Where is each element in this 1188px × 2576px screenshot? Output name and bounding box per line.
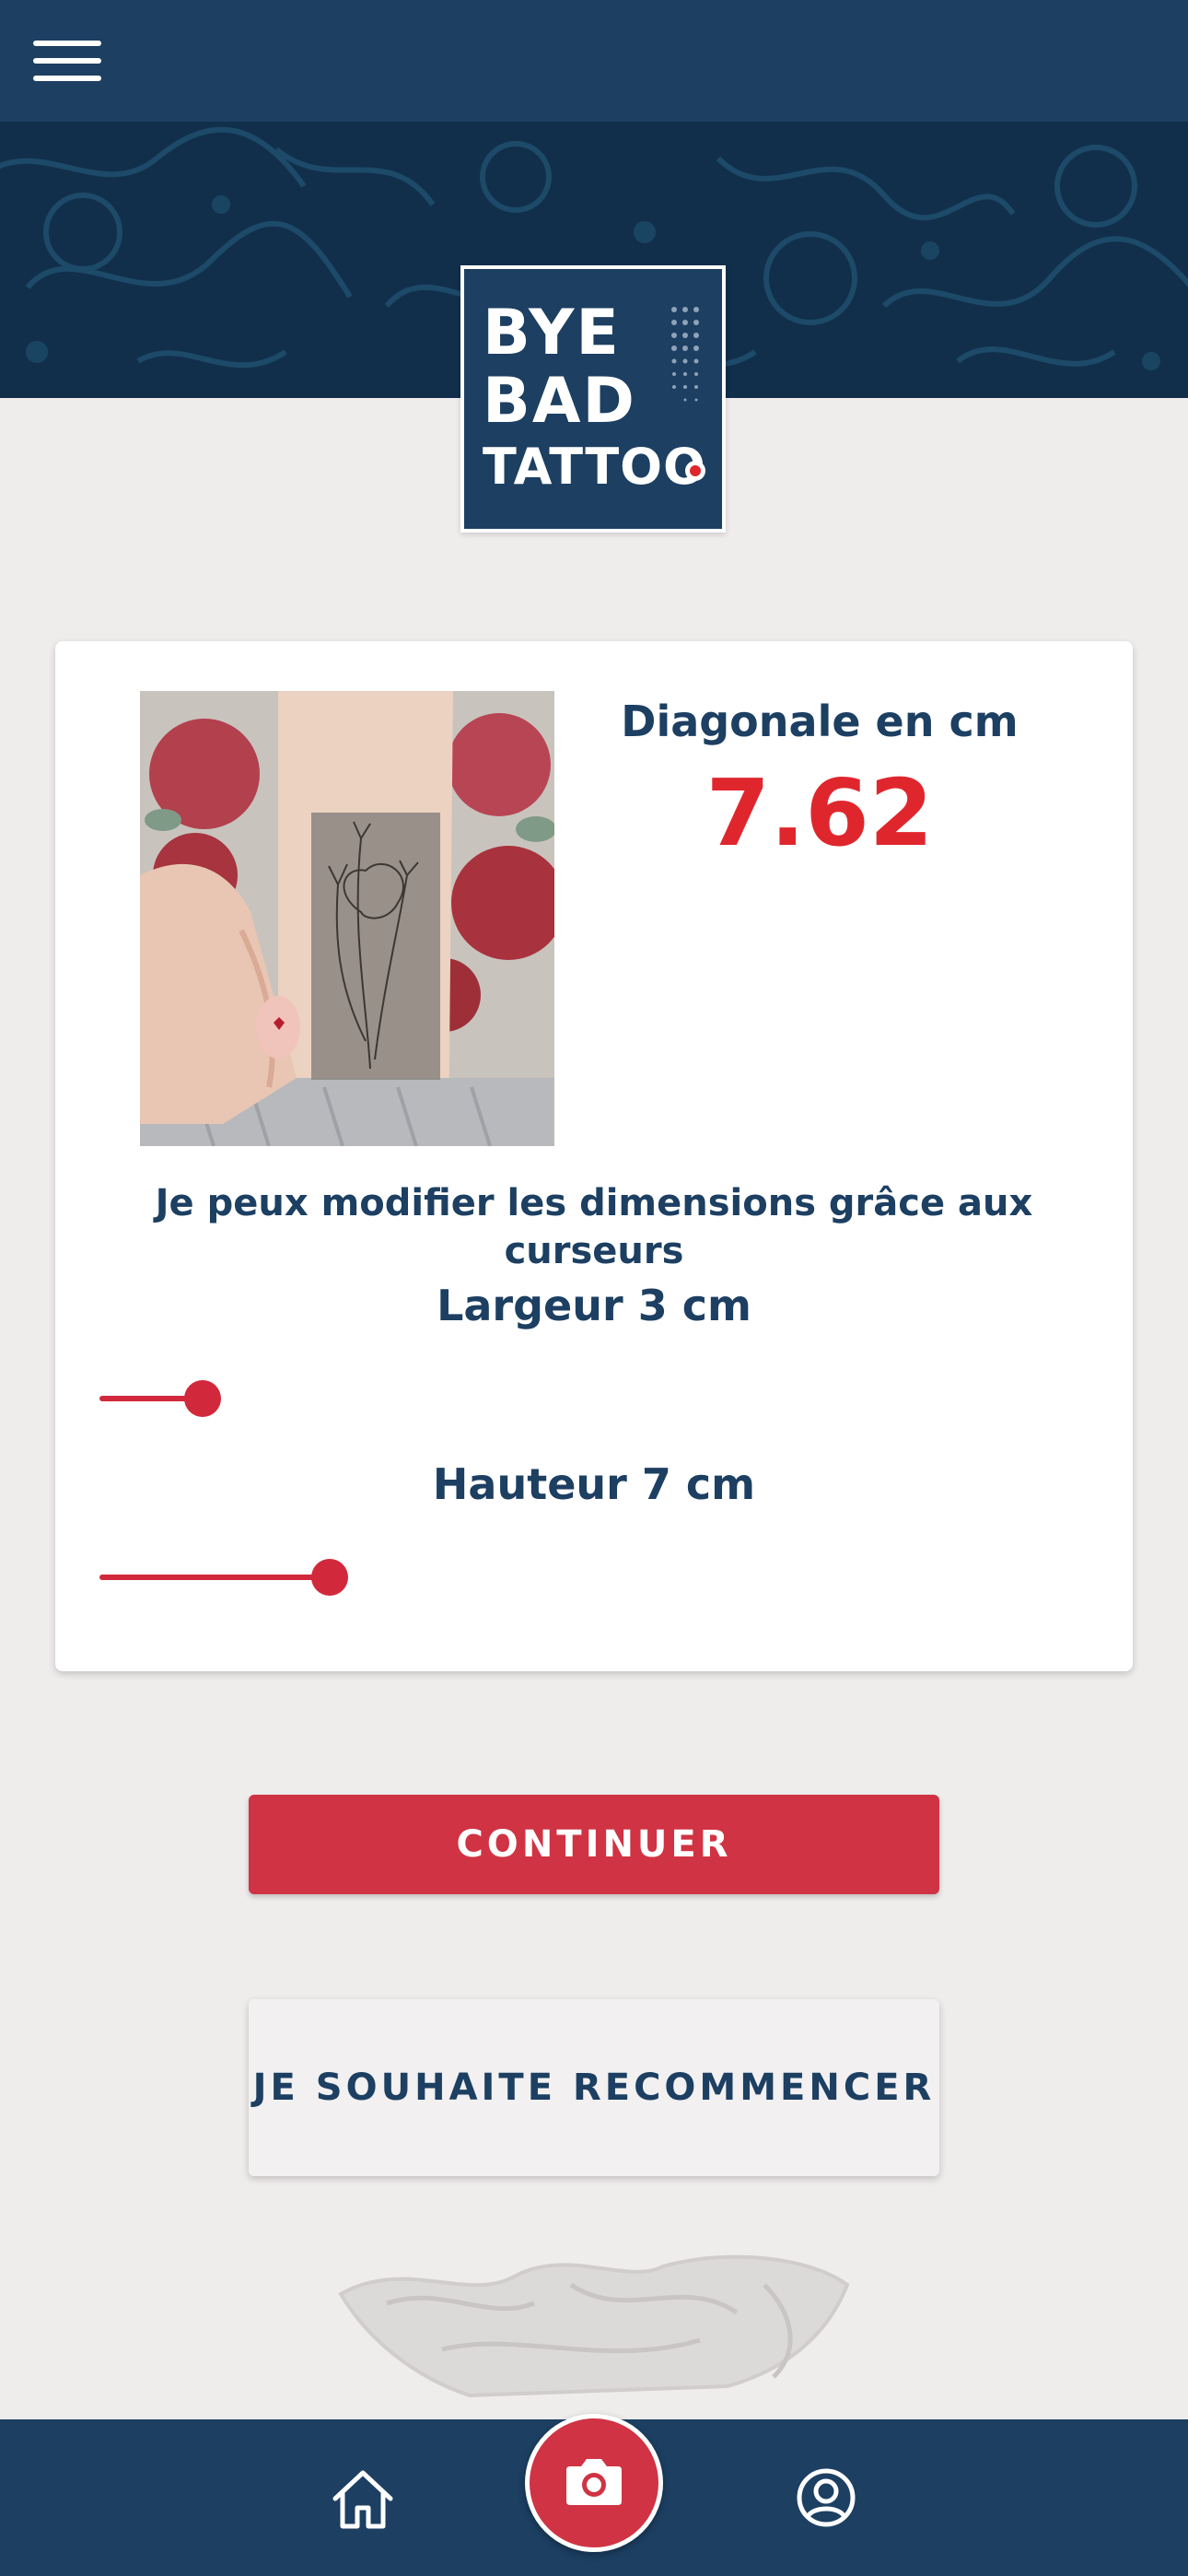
width-slider[interactable] xyxy=(99,1380,1066,1417)
hamburger-menu-icon[interactable] xyxy=(33,41,101,81)
user-profile-icon[interactable] xyxy=(796,2467,856,2528)
width-label: Largeur 3 cm xyxy=(437,1281,751,1330)
height-slider-track xyxy=(99,1575,330,1580)
top-app-bar xyxy=(0,0,1188,122)
decorative-tattoo-illustration xyxy=(338,2254,850,2398)
logo-red-dot-icon xyxy=(685,461,705,481)
height-label: Hauteur 7 cm xyxy=(432,1459,756,1509)
logo-text-line-1: BYE xyxy=(483,297,621,369)
camera-button[interactable] xyxy=(525,2414,663,2552)
tattoo-preview-image xyxy=(140,691,554,1146)
diagonal-value: 7.62 xyxy=(705,759,934,867)
camera-icon xyxy=(566,2459,622,2505)
logo-text-line-2: BAD xyxy=(483,365,636,438)
home-icon[interactable] xyxy=(330,2467,396,2530)
height-slider[interactable] xyxy=(99,1559,1066,1596)
continue-button[interactable]: CONTINUER xyxy=(249,1795,939,1894)
resize-hint-text: Je peux modifier les dimensions grâce au… xyxy=(155,1182,1033,1272)
diagonal-label: Diagonale en cm xyxy=(621,697,1019,746)
logo-text-line-3: TATTOO xyxy=(483,438,706,496)
height-slider-thumb[interactable] xyxy=(311,1559,348,1596)
restart-button[interactable]: JE SOUHAITE RECOMMENCER xyxy=(249,1999,939,2176)
bye-bad-tattoo-logo: BYE BAD TATTOO xyxy=(460,265,726,533)
logo-dot-pattern-icon xyxy=(671,307,699,402)
tattoo-dimensions-card: Diagonale en cm 7.62 Je peux modifier le… xyxy=(55,641,1133,1671)
width-slider-thumb[interactable] xyxy=(184,1380,221,1417)
